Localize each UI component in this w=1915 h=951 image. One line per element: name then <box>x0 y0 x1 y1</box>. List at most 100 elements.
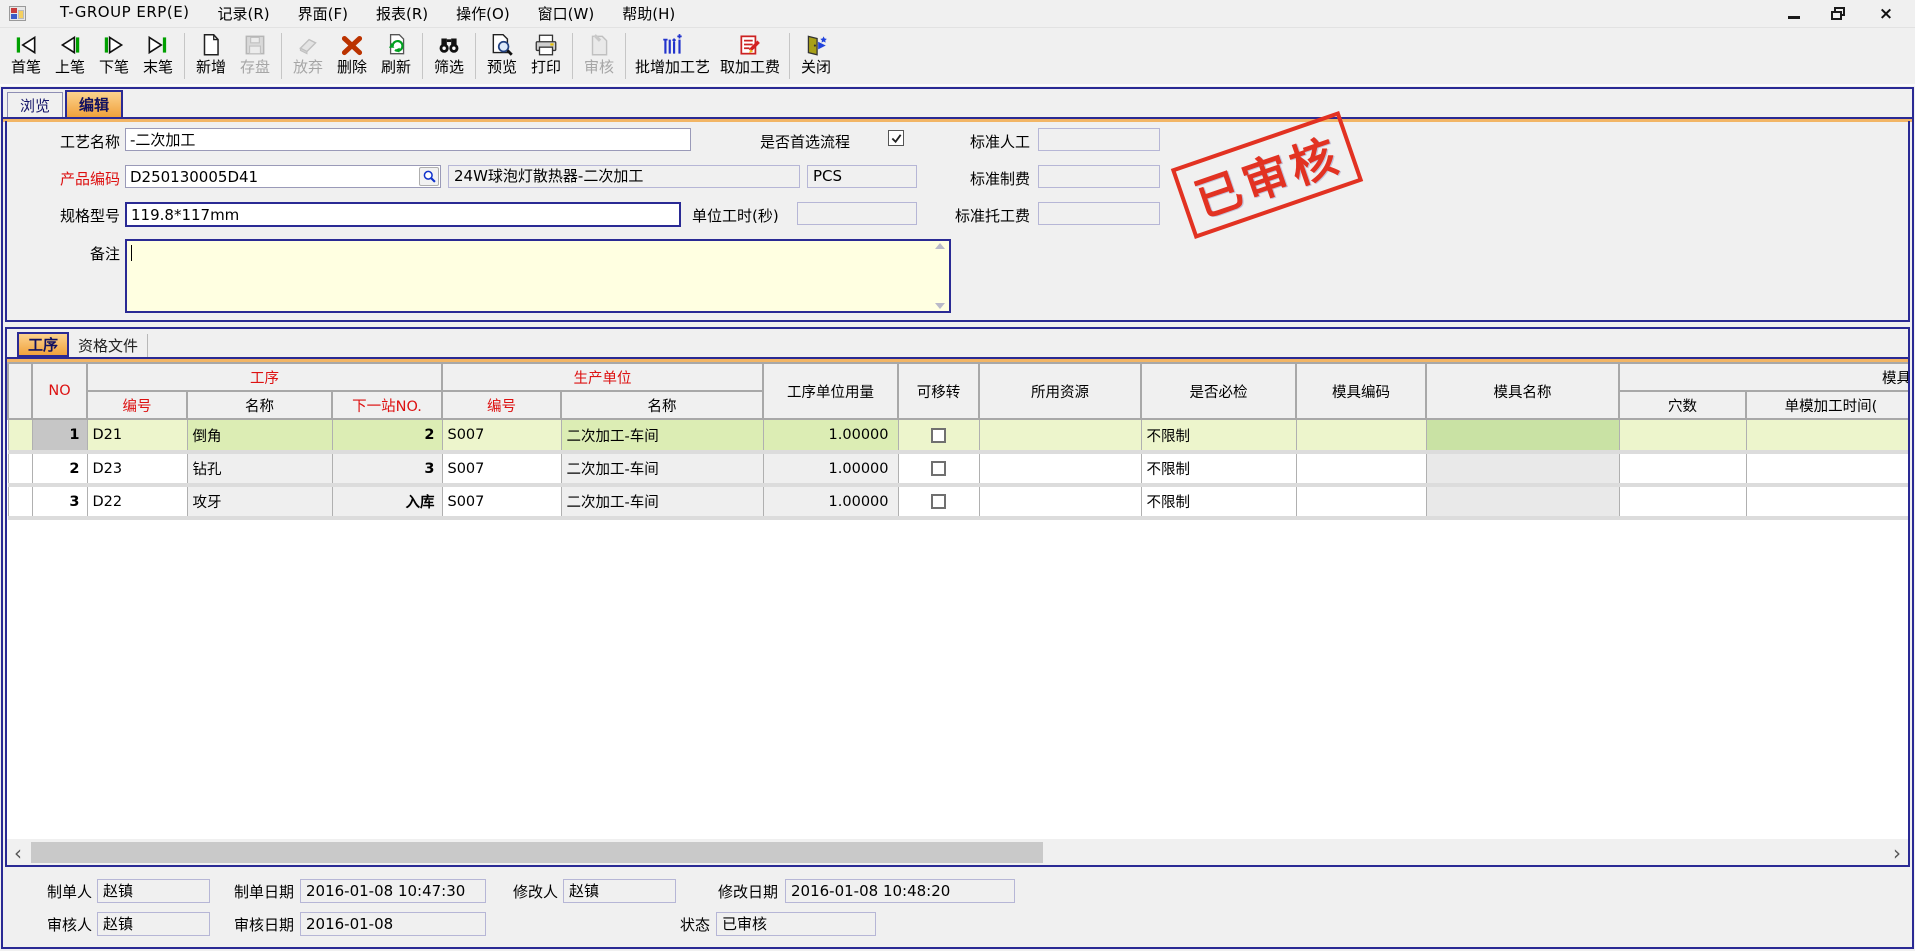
menu-item-help[interactable]: 帮助(H) <box>608 0 689 28</box>
product-lookup-button[interactable] <box>419 167 439 186</box>
cell-resource[interactable] <box>979 485 1141 518</box>
remark-textarea[interactable] <box>125 239 951 313</box>
delete-button[interactable]: 删除 <box>330 31 374 77</box>
close-window-button[interactable]: 关闭 <box>794 31 838 77</box>
fetch-fee-button[interactable]: 取加工费 <box>715 31 785 77</box>
grid-header-group-row: NO 工序 生产单位 工序单位用量 可移转 所用资源 是否必检 模具编码 模具名… <box>8 363 1908 391</box>
cell-unit-code[interactable]: S007 <box>442 419 561 452</box>
cell-must-check[interactable]: 不限制 <box>1141 452 1296 485</box>
cell-resource[interactable] <box>979 452 1141 485</box>
cell-movable[interactable] <box>898 452 979 485</box>
movable-checkbox[interactable] <box>931 461 946 476</box>
cell-process-name[interactable]: 攻牙 <box>187 485 332 518</box>
cell-process-code[interactable]: D22 <box>87 485 187 518</box>
cell-process-name[interactable]: 倒角 <box>187 419 332 452</box>
grid-row-2: 2 D23 钻孔 3 S007 二次加工-车间 1.00000 不限制 <box>8 452 1908 485</box>
subtab-qualification[interactable]: 资格文件 <box>69 334 148 357</box>
cell-mold-time[interactable] <box>1746 485 1908 518</box>
close-icon[interactable]: × <box>1873 4 1899 24</box>
batch-add-process-button[interactable]: 批增加工艺 <box>630 31 715 77</box>
scrollbar-thumb[interactable] <box>31 842 1043 863</box>
tab-browse[interactable]: 浏览 <box>7 92 63 117</box>
first-record-button[interactable]: 首笔 <box>4 31 48 77</box>
print-button[interactable]: 打印 <box>524 31 568 77</box>
scroll-left-icon[interactable]: ‹ <box>7 840 29 865</box>
last-record-button[interactable]: 末笔 <box>136 31 180 77</box>
prev-record-button[interactable]: 上笔 <box>48 31 92 77</box>
row-indicator-cell[interactable] <box>8 419 32 452</box>
std-outsource-fee-field <box>1038 202 1160 225</box>
refresh-button[interactable]: 刷新 <box>374 31 418 77</box>
cell-no[interactable]: 3 <box>32 485 87 518</box>
row-indicator-cell[interactable] <box>8 485 32 518</box>
scroll-up-icon[interactable] <box>935 243 945 249</box>
product-code-input[interactable] <box>125 165 441 188</box>
cell-must-check[interactable]: 不限制 <box>1141 419 1296 452</box>
cell-unit-name[interactable]: 二次加工-车间 <box>561 419 763 452</box>
grid-header-indicator <box>8 363 32 419</box>
cell-resource[interactable] <box>979 419 1141 452</box>
restore-icon[interactable] <box>1827 4 1853 24</box>
save-button[interactable]: 存盘 <box>233 31 277 77</box>
cell-next-no[interactable]: 3 <box>332 452 442 485</box>
cell-mold-name[interactable] <box>1426 419 1619 452</box>
menu-item-interface[interactable]: 界面(F) <box>284 0 362 28</box>
cell-mold-name[interactable] <box>1426 452 1619 485</box>
cell-qty[interactable]: 1.00000 <box>763 419 898 452</box>
preview-button[interactable]: 预览 <box>480 31 524 77</box>
cell-must-check[interactable]: 不限制 <box>1141 485 1296 518</box>
discard-button[interactable]: 放弃 <box>286 31 330 77</box>
process-name-input[interactable] <box>125 128 691 151</box>
filter-button[interactable]: 筛选 <box>427 31 471 77</box>
cell-qty[interactable]: 1.00000 <box>763 485 898 518</box>
cell-cavity[interactable] <box>1619 485 1746 518</box>
audit-button[interactable]: 审核 <box>577 31 621 77</box>
cell-mold-code[interactable] <box>1296 485 1426 518</box>
cell-cavity[interactable] <box>1619 419 1746 452</box>
menu-item-operation[interactable]: 操作(O) <box>442 0 524 28</box>
menu-item-app[interactable]: T-GROUP ERP(E) <box>46 0 204 28</box>
horizontal-scrollbar[interactable]: ‹ › <box>7 840 1908 865</box>
cell-unit-name[interactable]: 二次加工-车间 <box>561 485 763 518</box>
next-record-button[interactable]: 下笔 <box>92 31 136 77</box>
grid-header-qty: 工序单位用量 <box>763 363 898 419</box>
preferred-flow-checkbox[interactable] <box>888 130 904 146</box>
cell-no[interactable]: 1 <box>32 419 87 452</box>
cell-process-code[interactable]: D21 <box>87 419 187 452</box>
spec-input[interactable] <box>125 202 681 227</box>
window-controls: × <box>1781 4 1899 24</box>
subtab-process[interactable]: 工序 <box>17 332 69 357</box>
cell-unit-name[interactable]: 二次加工-车间 <box>561 452 763 485</box>
menu-item-window[interactable]: 窗口(W) <box>524 0 609 28</box>
fetch-fee-label: 取加工费 <box>720 59 780 76</box>
cell-no[interactable]: 2 <box>32 452 87 485</box>
cell-mold-time[interactable] <box>1746 419 1908 452</box>
toolbar-separator <box>422 33 423 79</box>
cell-unit-code[interactable]: S007 <box>442 452 561 485</box>
cell-mold-code[interactable] <box>1296 419 1426 452</box>
row-indicator-cell[interactable] <box>8 452 32 485</box>
cell-next-no[interactable]: 入库 <box>332 485 442 518</box>
cell-process-name[interactable]: 钻孔 <box>187 452 332 485</box>
cell-qty[interactable]: 1.00000 <box>763 452 898 485</box>
scroll-down-icon[interactable] <box>935 303 945 309</box>
cell-mold-time[interactable] <box>1746 452 1908 485</box>
minimize-icon[interactable] <box>1781 4 1807 24</box>
new-button[interactable]: 新增 <box>189 31 233 77</box>
cell-process-code[interactable]: D23 <box>87 452 187 485</box>
scroll-right-icon[interactable]: › <box>1886 840 1908 865</box>
modifier-field: 赵镇 <box>563 879 676 903</box>
grid-header-process-name: 名称 <box>187 391 332 419</box>
cell-cavity[interactable] <box>1619 452 1746 485</box>
menu-item-report[interactable]: 报表(R) <box>362 0 442 28</box>
movable-checkbox[interactable] <box>931 428 946 443</box>
cell-movable[interactable] <box>898 485 979 518</box>
cell-mold-name[interactable] <box>1426 485 1619 518</box>
tab-edit[interactable]: 编辑 <box>65 90 123 117</box>
cell-next-no[interactable]: 2 <box>332 419 442 452</box>
cell-mold-code[interactable] <box>1296 452 1426 485</box>
menu-item-record[interactable]: 记录(R) <box>204 0 284 28</box>
cell-movable[interactable] <box>898 419 979 452</box>
cell-unit-code[interactable]: S007 <box>442 485 561 518</box>
movable-checkbox[interactable] <box>931 494 946 509</box>
